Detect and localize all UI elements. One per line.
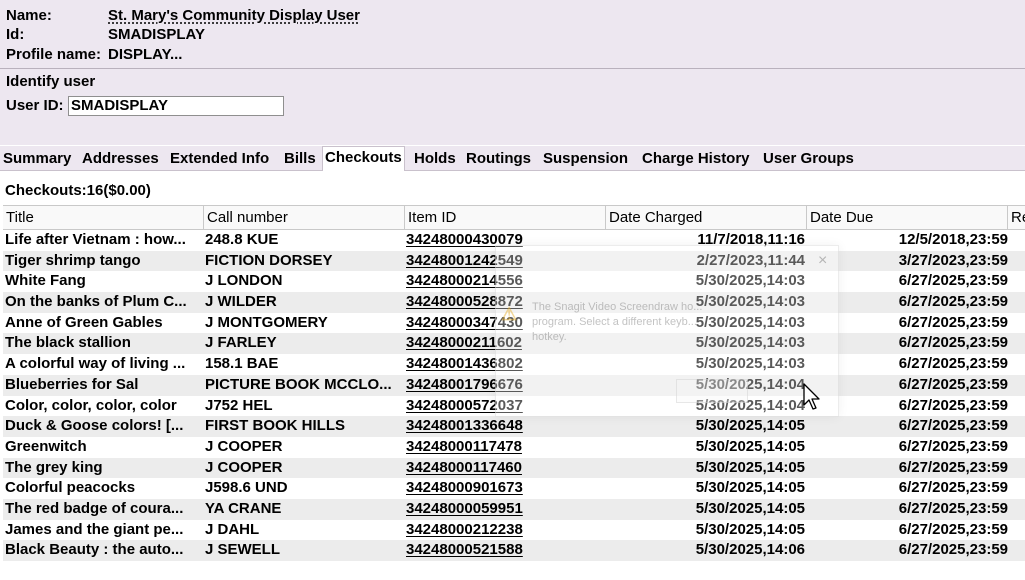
id-value: SMADISPLAY [108, 26, 205, 43]
tab-suspension[interactable]: Suspension [543, 149, 628, 169]
cell-date-due: 6/27/2025,23:59 [898, 437, 1008, 455]
cell-date-due: 6/27/2025,23:59 [898, 499, 1008, 517]
cell-call-number: J WILDER [205, 293, 277, 311]
cell-date-due: 6/27/2025,23:59 [898, 417, 1008, 435]
table-row[interactable]: Black Beauty : the auto... J SEWELL 342480… [3, 540, 1025, 561]
tab-addresses[interactable]: Addresses [82, 149, 159, 169]
profile-value: DISPLAY... [108, 46, 183, 63]
cell-call-number: J FARLEY [205, 334, 277, 352]
cell-item-id[interactable]: 34248000901673 [406, 478, 601, 499]
cell-date-due: 6/27/2025,23:59 [898, 541, 1008, 559]
table-row[interactable]: Greenwitch J COOPER 34248000117478 5/30/202… [3, 437, 1025, 458]
cell-item-id[interactable]: 34248001336648 [406, 416, 601, 437]
tab-extended-info[interactable]: Extended Info [170, 149, 269, 169]
cell-date-charged: 5/30/2025,14:05 [695, 479, 805, 497]
cell-item-id[interactable]: 34248000117460 [406, 458, 601, 479]
tab-user-groups[interactable]: User Groups [763, 149, 854, 169]
cell-item-id[interactable]: 34248000212238 [406, 520, 601, 541]
col-date-charged[interactable]: Date Charged [605, 206, 806, 229]
table-row[interactable]: Colorful peacocks J598.6 UND 3424800090167… [3, 478, 1025, 499]
table-row[interactable]: The red badge of coura... YA CRANE 3424800… [3, 498, 1025, 520]
close-icon[interactable]: × [818, 252, 827, 270]
cell-title: White Fang [5, 272, 86, 290]
cell-call-number: J598.6 UND [205, 479, 288, 497]
table-row[interactable]: Duck & Goose colors! [... FIRST BOOK HILL… [3, 416, 1025, 437]
popup-message: The Snagit Video Screendraw ho... progra… [532, 301, 703, 343]
cell-title: Life after Vietnam : how... [5, 231, 186, 248]
warning-icon: ⚠ [501, 304, 518, 324]
cell-call-number: J SEWELL [205, 541, 281, 559]
id-label: Id: [6, 26, 25, 43]
cell-item-id[interactable]: 34248000521588 [406, 540, 601, 561]
col-date-due[interactable]: Date Due [806, 206, 1007, 229]
user-id-input[interactable]: SMADISPLAY [68, 96, 284, 116]
cell-call-number: FIRST BOOK HILLS [205, 417, 345, 435]
tab-bills[interactable]: Bills [284, 149, 316, 169]
cell-date-charged: 5/30/2025,14:05 [695, 437, 805, 455]
popup-button[interactable] [676, 379, 748, 403]
cell-date-charged: 5/30/2025,14:05 [695, 458, 805, 476]
cell-title: Duck & Goose colors! [... [5, 417, 184, 435]
tab-holds[interactable]: Holds [414, 149, 456, 169]
cell-item-id[interactable]: 34248000059951 [406, 499, 601, 520]
cell-title: The black stallion [5, 334, 131, 352]
cell-title: The red badge of coura... [5, 499, 184, 517]
cell-date-charged: 5/30/2025,14:06 [695, 541, 805, 559]
identify-user-title: Identify user [6, 73, 96, 90]
col-item-id[interactable]: Item ID [404, 206, 605, 229]
name-label: Name: [6, 7, 52, 24]
table-header: Title Call number Item ID Date Charged D… [3, 205, 1025, 230]
col-call-number[interactable]: Call number [203, 206, 404, 229]
cell-title: James and the giant pe... [5, 520, 184, 538]
tab-summary[interactable]: Summary [3, 149, 71, 169]
cell-title: Color, color, color, color [5, 396, 177, 414]
table-row[interactable]: The grey king J COOPER 34248000117460 5/30/… [3, 457, 1025, 479]
cell-call-number: J COOPER [205, 437, 283, 455]
cell-call-number: J752 HEL [205, 396, 273, 414]
cell-date-due: 6/27/2025,23:59 [898, 479, 1008, 497]
cell-call-number: J COOPER [205, 458, 283, 476]
cell-item-id[interactable]: 34248000117478 [406, 437, 601, 458]
cell-title: On the banks of Plum C... [5, 293, 187, 311]
mouse-cursor-icon [803, 383, 820, 410]
cell-call-number: FICTION DORSEY [205, 251, 333, 269]
tab-charge-history[interactable]: Charge History [642, 149, 750, 169]
cell-title: Tiger shrimp tango [5, 251, 141, 269]
cell-title: Colorful peacocks [5, 479, 136, 497]
cell-call-number: PICTURE BOOK MCCLO... [205, 375, 392, 393]
cell-title: Black Beauty : the auto... [5, 541, 184, 559]
table-row[interactable]: James and the giant pe... J DAHL 342480002… [3, 520, 1025, 541]
cell-date-due: 6/27/2025,23:59 [898, 520, 1008, 538]
cell-call-number: J DAHL [205, 520, 260, 538]
cell-title: Greenwitch [5, 437, 87, 455]
col-re[interactable]: Re [1007, 206, 1025, 229]
col-title[interactable]: Title [3, 206, 203, 229]
cell-date-charged: 5/30/2025,14:05 [695, 417, 805, 435]
notification-popup: × ⚠ The Snagit Video Screendraw ho... pr… [495, 245, 839, 417]
checkouts-count: Checkouts:16($0.00) [5, 182, 151, 199]
cell-call-number: 158.1 BAE [205, 355, 279, 373]
cell-title: The grey king [5, 458, 103, 476]
cell-date-charged: 5/30/2025,14:05 [695, 499, 805, 517]
patron-header: Name: St. Mary's Community Display User … [0, 0, 1025, 69]
profile-label: Profile name: [6, 46, 102, 63]
cell-call-number: J LONDON [205, 272, 283, 290]
cell-call-number: 248.8 KUE [205, 231, 279, 248]
identify-user-panel: Identify user User ID: SMADISPLAY [0, 69, 1025, 145]
tab-routings[interactable]: Routings [466, 149, 531, 169]
tab-bar: Summary Addresses Extended Info Bills Ch… [0, 146, 1025, 171]
cell-date-due: 6/27/2025,23:59 [898, 458, 1008, 476]
cell-call-number: YA CRANE [205, 499, 282, 517]
cell-title: Anne of Green Gables [5, 313, 163, 331]
cell-call-number: J MONTGOMERY [205, 313, 328, 331]
name-value[interactable]: St. Mary's Community Display User [108, 6, 360, 25]
cell-title: Blueberries for Sal [5, 375, 139, 393]
cell-title: A colorful way of living ... [5, 355, 186, 373]
tab-checkouts[interactable]: Checkouts [322, 146, 405, 171]
cell-date-charged: 5/30/2025,14:05 [695, 520, 805, 538]
user-id-label: User ID: [6, 97, 64, 114]
